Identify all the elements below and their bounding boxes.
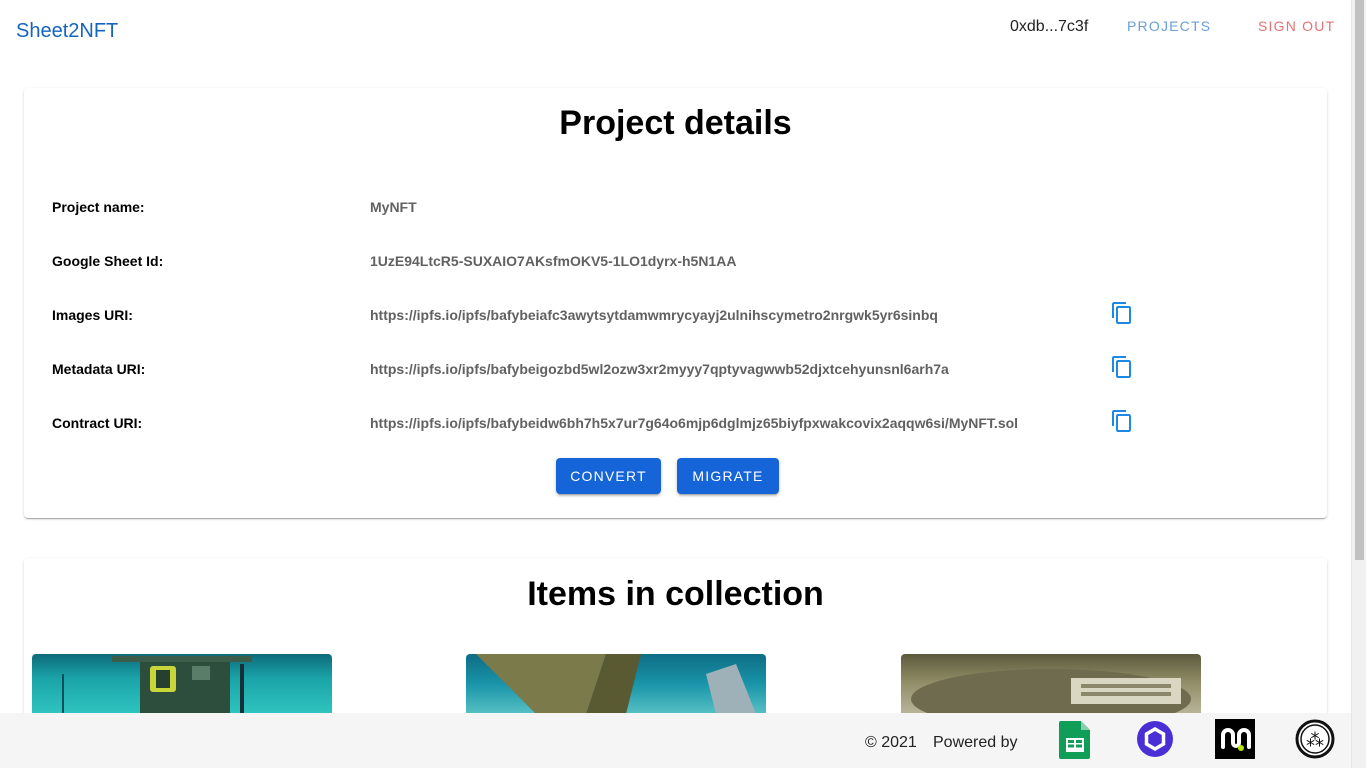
projects-button[interactable]: PROJECTS: [1127, 18, 1211, 34]
migrate-button[interactable]: MIGRATE: [677, 458, 779, 494]
items-collection-title: Items in collection: [527, 575, 824, 613]
nft-artwork-image: [476, 654, 756, 714]
copy-images-uri-button[interactable]: [1106, 297, 1138, 329]
footer: © 2021 Powered by ⁂: [0, 713, 1351, 768]
images-uri-label: Images URI:: [52, 307, 133, 323]
wallet-address: 0xdb...7c3f: [1010, 18, 1089, 35]
nft-artwork-image: [911, 669, 1191, 714]
contract-uri-value: https://ipfs.io/ipfs/bafybeidw6bh7h5x7ur…: [370, 415, 1019, 431]
project-details-card: Project details Project name: MyNFT Goog…: [24, 88, 1327, 518]
contract-uri-label: Contract URI:: [52, 415, 143, 431]
convert-button[interactable]: CONVERT: [556, 458, 661, 494]
app-bar: Sheet2NFT 0xdb...7c3f PROJECTS SIGN OUT: [0, 0, 1351, 64]
brand-link[interactable]: Sheet2NFT: [16, 20, 118, 43]
svg-text:⁂: ⁂: [1306, 730, 1324, 751]
powered-by-text: Powered by: [933, 734, 1018, 751]
scrollbar-thumb[interactable]: [1355, 0, 1364, 560]
moralis-icon[interactable]: [1215, 719, 1255, 759]
copy-icon: [1112, 302, 1131, 324]
copy-metadata-uri-button[interactable]: [1106, 351, 1138, 383]
images-uri-value: https://ipfs.io/ipfs/bafybeiafc3awytsytd…: [370, 307, 938, 323]
google-sheet-id-row: Google Sheet Id: 1UzE94LtcR5-SUXAIO7AKsf…: [52, 253, 1292, 277]
project-name-row: Project name: MyNFT: [52, 199, 1292, 223]
collection-item-image[interactable]: [901, 654, 1201, 714]
project-name-label: Project name:: [52, 199, 145, 215]
metadata-uri-label: Metadata URI:: [52, 361, 146, 377]
copy-contract-uri-button[interactable]: [1106, 405, 1138, 437]
metadata-uri-row: Metadata URI: https://ipfs.io/ipfs/bafyb…: [52, 356, 1292, 385]
images-uri-row: Images URI: https://ipfs.io/ipfs/bafybei…: [52, 302, 1292, 331]
collection-item-image[interactable]: [466, 654, 766, 714]
collection-item-image[interactable]: [32, 654, 332, 714]
nft-artwork-image: [62, 656, 252, 714]
copy-icon: [1112, 410, 1131, 432]
metadata-uri-value: https://ipfs.io/ipfs/bafybeigozbd5wl2ozw…: [370, 361, 949, 377]
google-sheets-icon[interactable]: [1055, 719, 1095, 759]
project-details-title: Project details: [559, 104, 792, 142]
project-name-value: MyNFT: [370, 199, 417, 215]
sign-out-button[interactable]: SIGN OUT: [1258, 18, 1335, 34]
contract-uri-row: Contract URI: https://ipfs.io/ipfs/bafyb…: [52, 410, 1292, 439]
page-scrollbar[interactable]: [1351, 0, 1366, 768]
chainlink-icon[interactable]: [1135, 719, 1175, 759]
ipfs-icon[interactable]: ⁂: [1295, 719, 1335, 759]
google-sheet-id-label: Google Sheet Id:: [52, 253, 164, 269]
copyright-text: © 2021: [865, 734, 917, 751]
google-sheet-id-value: 1UzE94LtcR5-SUXAIO7AKsfmOKV5-1LO1dyrx-h5…: [370, 253, 737, 269]
copy-icon: [1112, 356, 1131, 378]
